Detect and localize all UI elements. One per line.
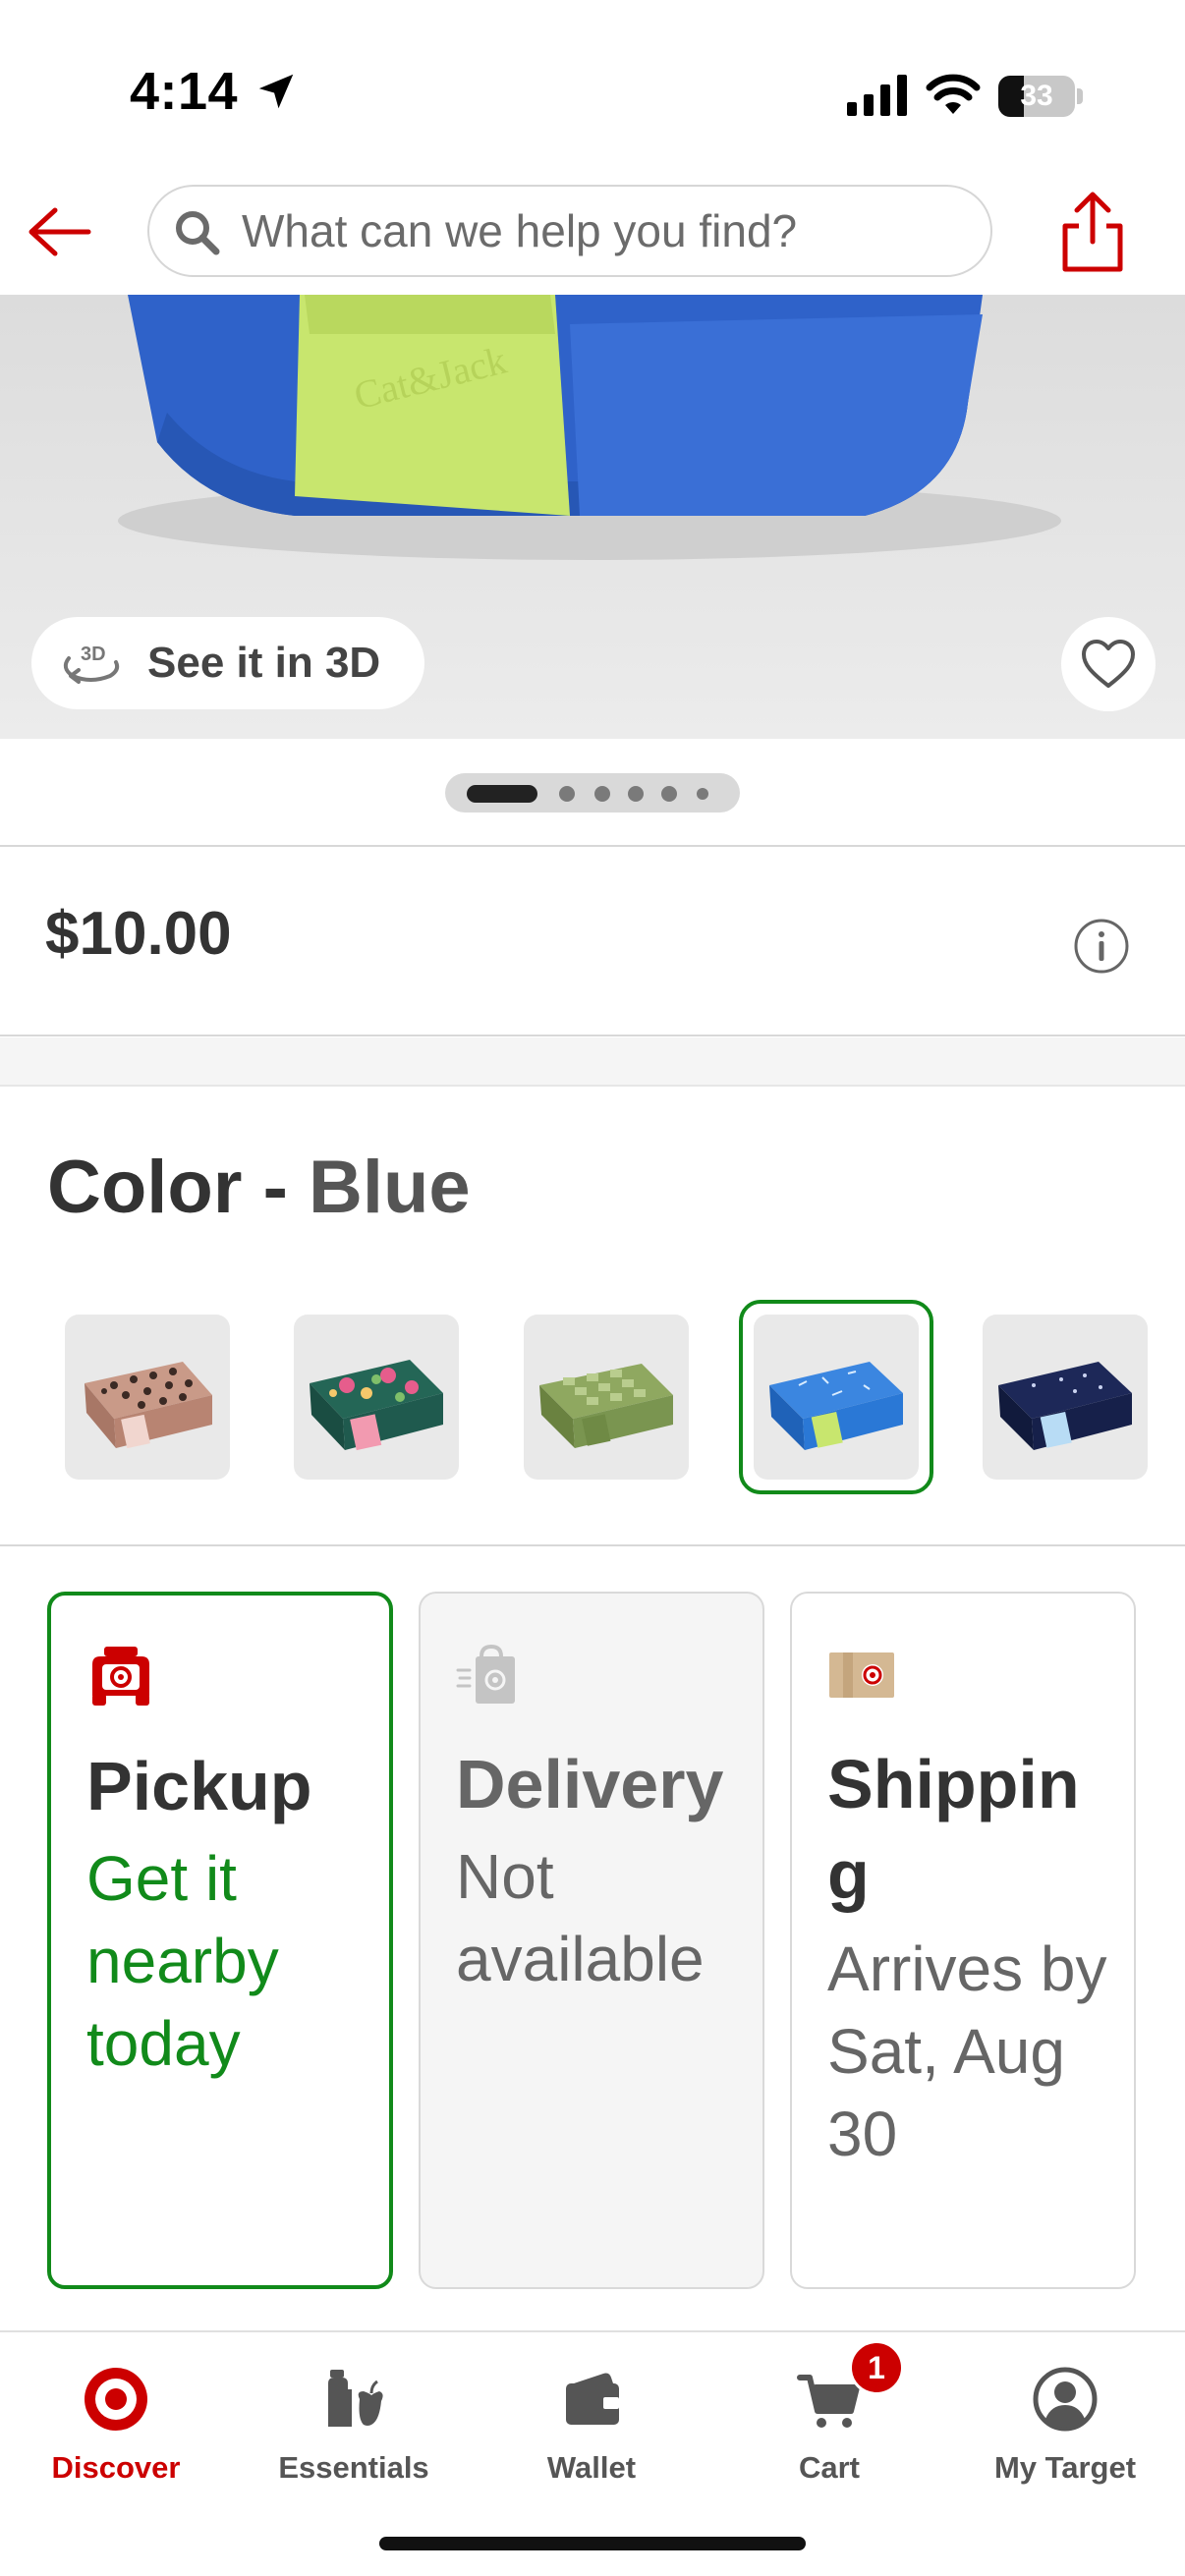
nav-essentials[interactable]: Essentials <box>246 2348 462 2495</box>
fulfillment-subtitle: Not available <box>456 1841 705 1994</box>
divider <box>0 845 1185 847</box>
info-icon[interactable] <box>1073 918 1130 975</box>
cart-count-badge: 1 <box>849 2340 904 2395</box>
svg-text:3D: 3D <box>81 644 106 665</box>
home-indicator[interactable] <box>379 2537 806 2550</box>
battery-icon: 33 <box>998 76 1083 117</box>
search-bar[interactable] <box>147 185 992 277</box>
color-selected-value: Blue <box>309 1146 471 1229</box>
fulfillment-subtitle: Get it nearby today <box>86 1843 279 2079</box>
carousel-dot[interactable] <box>594 786 610 802</box>
color-heading: Color - Blue <box>47 1145 471 1230</box>
nav-label: Essentials <box>278 2450 429 2485</box>
back-arrow-icon[interactable] <box>20 193 98 271</box>
status-bar: 4:14 33 <box>0 0 1185 177</box>
heart-icon <box>1082 640 1135 688</box>
color-swatch-checker[interactable] <box>524 1315 689 1480</box>
shipping-box-icon <box>829 1652 894 1698</box>
account-icon <box>1033 2367 1098 2432</box>
divider <box>0 1085 1185 1087</box>
share-icon[interactable] <box>1051 187 1134 275</box>
delivery-bag-icon <box>456 1644 515 1704</box>
section-spacer <box>0 1037 1185 1087</box>
nav-wallet[interactable]: Wallet <box>483 2348 700 2495</box>
nav-discover[interactable]: Discover <box>8 2348 224 2495</box>
nav-label: Discover <box>51 2450 181 2485</box>
color-swatch-floral[interactable] <box>294 1315 459 1480</box>
divider <box>0 1544 1185 1546</box>
wallet-icon <box>566 2373 619 2425</box>
see-it-in-3d-button[interactable]: 3D See it in 3D <box>31 617 424 709</box>
fulfillment-shipping-card[interactable]: Shipping Arrives by Sat, Aug 30 <box>790 1592 1136 2289</box>
nav-label: Wallet <box>546 2450 637 2485</box>
pickup-car-icon <box>92 1647 149 1706</box>
fulfillment-subtitle: Arrives by Sat, Aug 30 <box>827 1933 1107 2169</box>
carousel-dot[interactable] <box>628 786 644 802</box>
cellular-signal-icon <box>847 75 907 116</box>
battery-level: 33 <box>1020 80 1053 112</box>
carousel-dot[interactable] <box>697 788 708 800</box>
fulfillment-title: Pickup <box>86 1748 312 1824</box>
nav-label: My Target <box>993 2450 1137 2485</box>
carousel-dot[interactable] <box>559 786 575 802</box>
fulfillment-delivery-card[interactable]: Delivery Not available <box>419 1592 764 2289</box>
color-label: Color <box>47 1146 243 1229</box>
carousel-dot-active[interactable] <box>467 785 537 803</box>
status-time: 4:14 <box>130 62 239 121</box>
location-arrow-icon <box>258 74 294 109</box>
carousel-dot[interactable] <box>661 786 677 802</box>
search-input[interactable] <box>242 187 969 275</box>
color-swatch-blue[interactable] <box>754 1315 919 1480</box>
fulfillment-pickup-card[interactable]: Pickup Get it nearby today <box>47 1592 393 2289</box>
target-bullseye-icon <box>85 2368 147 2431</box>
search-icon <box>176 211 220 255</box>
color-separator: - <box>262 1146 288 1229</box>
favorite-button[interactable] <box>1061 617 1156 711</box>
3d-rotate-icon: 3D <box>63 644 120 684</box>
fulfillment-title: Delivery <box>456 1746 724 1822</box>
essentials-icon <box>328 2370 383 2427</box>
image-carousel-indicator[interactable] <box>445 773 740 812</box>
wifi-icon <box>926 74 981 114</box>
color-swatch-leopard[interactable] <box>65 1315 230 1480</box>
nav-my-target[interactable]: My Target <box>957 2348 1173 2495</box>
nav-label: Cart <box>798 2450 860 2485</box>
nav-cart[interactable]: Cart <box>721 2348 937 2495</box>
divider <box>0 1035 1185 1036</box>
fulfillment-title: Shipping <box>827 1746 1080 1913</box>
see-it-in-3d-label: See it in 3D <box>147 639 381 687</box>
color-swatch-navy[interactable] <box>983 1315 1148 1480</box>
price: $10.00 <box>45 900 232 968</box>
